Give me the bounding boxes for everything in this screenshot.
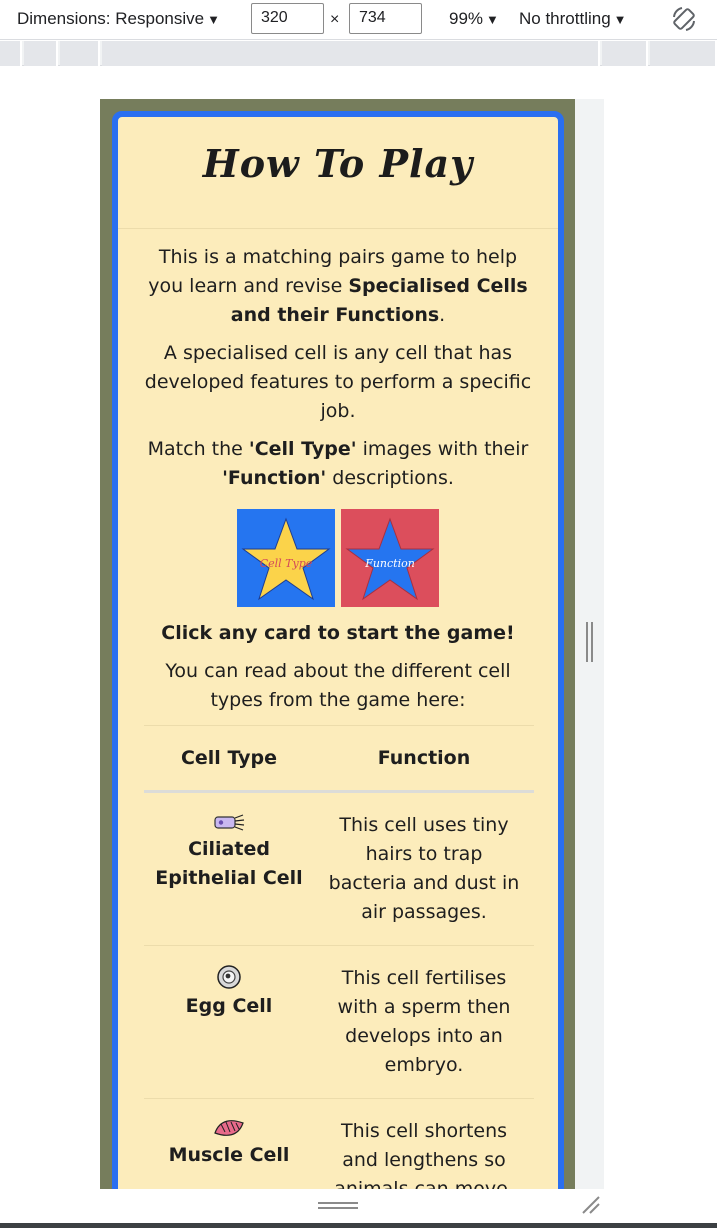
device-stage: How To Play This is a matching pairs gam… (0, 66, 717, 1228)
cell-type-column: Muscle Cell (144, 1098, 314, 1189)
match-text-cell-type: 'Cell Type' (248, 438, 357, 460)
ruler-segment[interactable] (650, 41, 717, 66)
width-input[interactable]: 320 (251, 3, 324, 34)
example-cards: Cell Type Function (144, 509, 532, 607)
cell-type-example-card: Cell Type (237, 509, 335, 607)
table-header-row: Cell Type Function (144, 725, 534, 793)
function-description: This cell fertilises with a sperm then d… (314, 945, 534, 1099)
read-more-text: You can read about the different cell ty… (165, 660, 511, 711)
modal-header: How To Play (118, 117, 558, 229)
ruler-segment[interactable] (24, 41, 58, 66)
throttling-caret-icon: ▼ (613, 12, 627, 27)
ruler-segment[interactable] (0, 41, 22, 66)
cell-type-name: Muscle Cell (168, 1144, 290, 1166)
width-resize-handle[interactable] (584, 622, 596, 662)
table-row: Ciliated Epithelial Cell This cell uses … (144, 791, 534, 946)
height-input[interactable]: 734 (349, 3, 422, 34)
how-to-play-modal: How To Play This is a matching pairs gam… (112, 111, 564, 1189)
match-text-function: 'Function' (222, 467, 327, 489)
media-query-ruler[interactable] (0, 41, 717, 66)
cell-type-column: Ciliated Epithelial Cell (144, 791, 314, 946)
throttling-label: No throttling (519, 9, 611, 28)
muscle-cell-icon (214, 1120, 244, 1136)
egg-cell-icon (217, 965, 241, 989)
definition-text: A specialised cell is any cell that has … (144, 342, 532, 422)
dimensions-caret-icon: ▼ (207, 12, 220, 27)
cell-type-star-label: Cell Type (259, 557, 313, 570)
function-example-card: Function (341, 509, 439, 607)
function-star-label: Function (365, 557, 415, 570)
zoom-label: 99% (449, 9, 484, 28)
intro-text-end: . (439, 304, 446, 326)
cell-type-name: Egg Cell (185, 995, 273, 1017)
table-row: Egg Cell This cell fertilises with a spe… (144, 945, 534, 1099)
rotate-icon[interactable] (670, 5, 698, 33)
bottom-edge (0, 1223, 717, 1228)
function-description: This cell shortens and lengthens so anim… (314, 1098, 534, 1189)
column-header-cell-type: Cell Type (144, 725, 314, 793)
zoom-dropdown[interactable]: 99% ▼ (449, 9, 499, 29)
start-instruction: Click any card to start the game! (161, 622, 515, 644)
column-header-function: Function (314, 725, 534, 793)
ciliated-cell-icon (214, 814, 245, 831)
height-resize-handle[interactable] (318, 1200, 358, 1210)
modal-body: This is a matching pairs game to help yo… (118, 229, 558, 1189)
intro-text: This is a matching pairs game to help yo… (144, 243, 532, 330)
devtools-toolbar: Dimensions: Responsive ▼ 320 × 734 99% ▼ N… (0, 0, 717, 40)
device-viewport: How To Play This is a matching pairs gam… (100, 99, 575, 1189)
match-text-end: descriptions. (326, 467, 454, 489)
cell-type-column: Egg Cell (144, 945, 314, 1099)
function-description: This cell uses tiny hairs to trap bacter… (314, 791, 534, 946)
dimensions-dropdown[interactable]: Dimensions: Responsive ▼ (17, 9, 220, 29)
ruler-segment[interactable] (60, 41, 100, 66)
throttling-dropdown[interactable]: No throttling ▼ (519, 9, 627, 29)
match-text: Match the 'Cell Type' images with their … (144, 435, 532, 493)
corner-resize-icon[interactable] (579, 1193, 601, 1215)
match-text-start: Match the (147, 438, 249, 460)
ruler-segment[interactable] (102, 41, 600, 66)
ruler-segment[interactable] (602, 41, 648, 66)
match-text-middle: images with their (356, 438, 529, 460)
table-row: Muscle Cell This cell shortens and lengt… (144, 1098, 534, 1189)
dimensions-label: Dimensions: Responsive (17, 9, 205, 28)
cell-type-name: Ciliated Epithelial Cell (155, 838, 303, 889)
times-sign: × (330, 11, 340, 28)
zoom-caret-icon: ▼ (486, 12, 499, 27)
cell-info-table: Cell Type Function Ciliated Epithelial C… (144, 725, 534, 1189)
modal-title: How To Play (202, 141, 474, 186)
